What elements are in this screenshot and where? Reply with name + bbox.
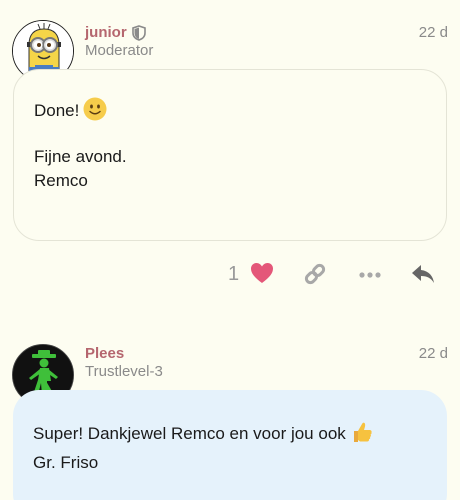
- paragraph: Fijne avond. Remco: [34, 145, 426, 193]
- user-title: Trustlevel-3: [85, 363, 163, 380]
- text-line: Remco: [34, 171, 88, 190]
- user-title: Moderator: [85, 42, 154, 59]
- post-date[interactable]: 22 d: [419, 345, 448, 362]
- topic-stream: junior Moderator 22 d Done! Fijne avond.…: [0, 0, 460, 500]
- text-line: Fijne avond.: [34, 147, 127, 166]
- text-segment: Super! Dankjewel Remco en voor jou ook: [33, 424, 346, 443]
- smiley-emoji-icon: [83, 97, 107, 128]
- more-icon[interactable]: [358, 262, 382, 286]
- post: junior Moderator 22 d Done! Fijne avond.…: [0, 0, 460, 300]
- username[interactable]: Plees: [85, 345, 124, 362]
- post-body: Super! Dankjewel Remco en voor jou ook G…: [13, 390, 447, 500]
- paragraph: Done!: [34, 97, 426, 128]
- text-line: Gr. Friso: [33, 453, 99, 472]
- username[interactable]: junior: [85, 24, 127, 41]
- paragraph: Super! Dankjewel Remco en voor jou ook G…: [33, 420, 427, 475]
- link-icon[interactable]: [303, 262, 327, 286]
- heart-icon[interactable]: [250, 262, 274, 284]
- text-line: Super! Dankjewel Remco en voor jou ook: [33, 420, 427, 451]
- text-line: Done!: [34, 101, 80, 120]
- post: Plees Trustlevel-3 22 d Super! Dankjewel…: [0, 330, 460, 500]
- post-body: Done! Fijne avond. Remco: [13, 69, 447, 241]
- post-actions: 1: [0, 260, 460, 290]
- reply-icon[interactable]: [410, 262, 436, 286]
- thumbs-up-emoji-icon: [350, 420, 374, 451]
- like-count[interactable]: 1: [228, 263, 239, 286]
- shield-icon: [132, 25, 146, 41]
- post-date[interactable]: 22 d: [419, 24, 448, 41]
